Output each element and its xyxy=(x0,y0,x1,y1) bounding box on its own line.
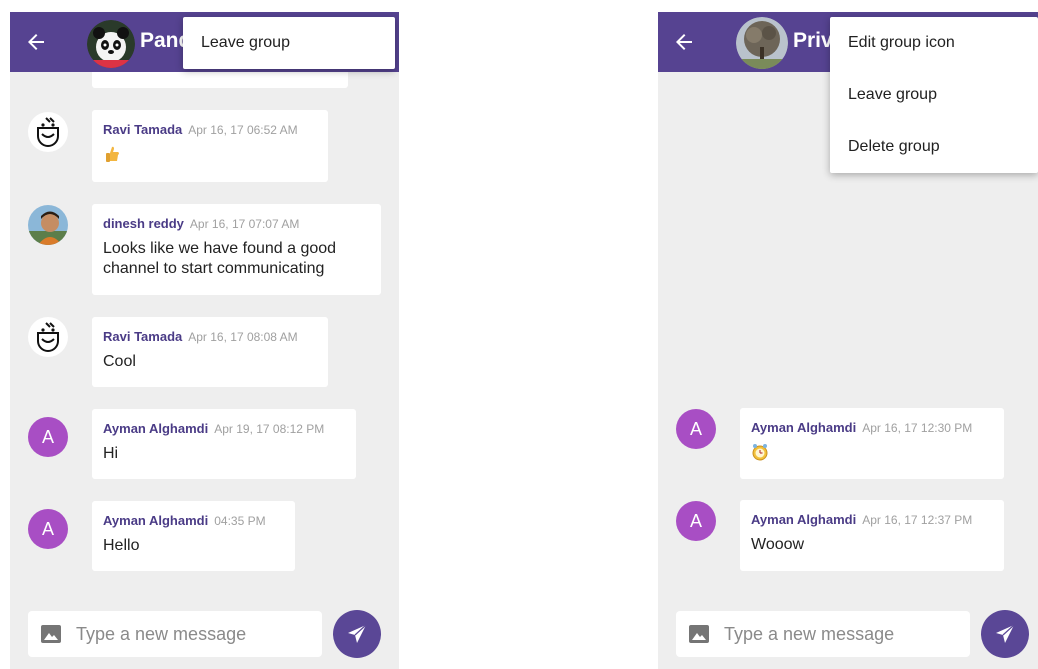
overflow-menu: Edit group icon Leave group Delete group xyxy=(830,17,1038,173)
message-time: Apr 16, 17 12:30 PM xyxy=(862,421,973,435)
group-avatar[interactable] xyxy=(87,20,135,68)
avatar[interactable] xyxy=(28,205,68,245)
overflow-menu: Leave group xyxy=(183,17,395,69)
message-bubble[interactable]: Ayman Alghamdi 04:35 PM Hello xyxy=(92,501,295,571)
message-text: Wooow xyxy=(751,536,805,553)
robot-icon xyxy=(37,117,59,147)
message-text: Hi xyxy=(103,445,119,462)
menu-item-delete-group[interactable]: Delete group xyxy=(830,121,1038,173)
message-time: Apr 16, 17 07:07 AM xyxy=(189,217,300,231)
message-bubble[interactable]: dinesh reddy Apr 16, 17 07:07 AM Looks li… xyxy=(92,204,381,295)
group-avatar[interactable] xyxy=(736,17,788,69)
tree-photo xyxy=(736,17,788,69)
message-text: Looks like we have found a good channel … xyxy=(103,240,337,277)
send-icon xyxy=(996,624,1015,643)
message-composer xyxy=(676,611,970,657)
message-bubble[interactable]: Ayman Alghamdi Apr 19, 17 08:12 PM Hi xyxy=(92,409,356,479)
thumbs-up-emoji xyxy=(106,146,119,162)
menu-item-edit-group-icon[interactable]: Edit group icon xyxy=(830,17,1038,69)
message-text: Hello xyxy=(103,537,140,554)
avatar[interactable] xyxy=(28,317,68,357)
robot-icon xyxy=(37,322,59,352)
panda-icon xyxy=(87,20,135,68)
message-bubble[interactable]: Ayman Alghamdi Apr 16, 17 12:37 PM Wooow xyxy=(740,500,1004,571)
sender-name: Ayman Alghamdi xyxy=(103,421,209,436)
right-chat-screen: Private Edit group icon Leave group Dele… xyxy=(658,12,1038,669)
back-arrow-icon[interactable] xyxy=(672,30,696,54)
send-button[interactable] xyxy=(333,610,381,658)
avatar[interactable]: A xyxy=(676,409,716,449)
message-bubble[interactable]: Ayman Alghamdi Apr 16, 17 12:30 PM xyxy=(740,408,1004,479)
message-bubble[interactable]: Ravi Tamada Apr 16, 17 06:52 AM xyxy=(92,110,328,182)
message-time: Apr 16, 17 12:37 PM xyxy=(862,513,973,527)
message-composer xyxy=(28,611,322,657)
sender-name: Ayman Alghamdi xyxy=(751,420,857,435)
message-time: 04:35 PM xyxy=(214,514,266,528)
avatar[interactable]: A xyxy=(676,501,716,541)
message-bubble[interactable]: Ravi Tamada Apr 16, 17 08:08 AM Cool xyxy=(92,317,328,387)
avatar[interactable]: A xyxy=(28,509,68,549)
sender-name: dinesh reddy xyxy=(103,216,184,231)
menu-item-leave-group[interactable]: Leave group xyxy=(183,17,395,69)
avatar[interactable]: A xyxy=(28,417,68,457)
message-time: Apr 16, 17 08:08 AM xyxy=(188,330,298,344)
send-button[interactable] xyxy=(981,610,1029,658)
sender-name: Ravi Tamada xyxy=(103,122,183,137)
clock-face-emoji xyxy=(752,444,768,461)
avatar[interactable] xyxy=(28,112,68,152)
sender-name: Ayman Alghamdi xyxy=(103,513,209,528)
image-icon[interactable] xyxy=(41,625,61,643)
message-input[interactable] xyxy=(724,611,964,657)
sender-name: Ravi Tamada xyxy=(103,329,183,344)
left-chat-screen: Panda Leave group Ravi Tamada Apr 16, 17 … xyxy=(10,12,399,669)
message-time: Apr 19, 17 08:12 PM xyxy=(214,422,325,436)
image-icon[interactable] xyxy=(689,625,709,643)
message-time: Apr 16, 17 06:52 AM xyxy=(188,123,298,137)
menu-item-leave-group[interactable]: Leave group xyxy=(830,69,1038,121)
back-arrow-icon[interactable] xyxy=(24,30,48,54)
send-icon xyxy=(348,624,367,643)
user-photo xyxy=(28,205,68,245)
message-input[interactable] xyxy=(76,611,316,657)
message-text: Cool xyxy=(103,353,136,370)
sender-name: Ayman Alghamdi xyxy=(751,512,857,527)
